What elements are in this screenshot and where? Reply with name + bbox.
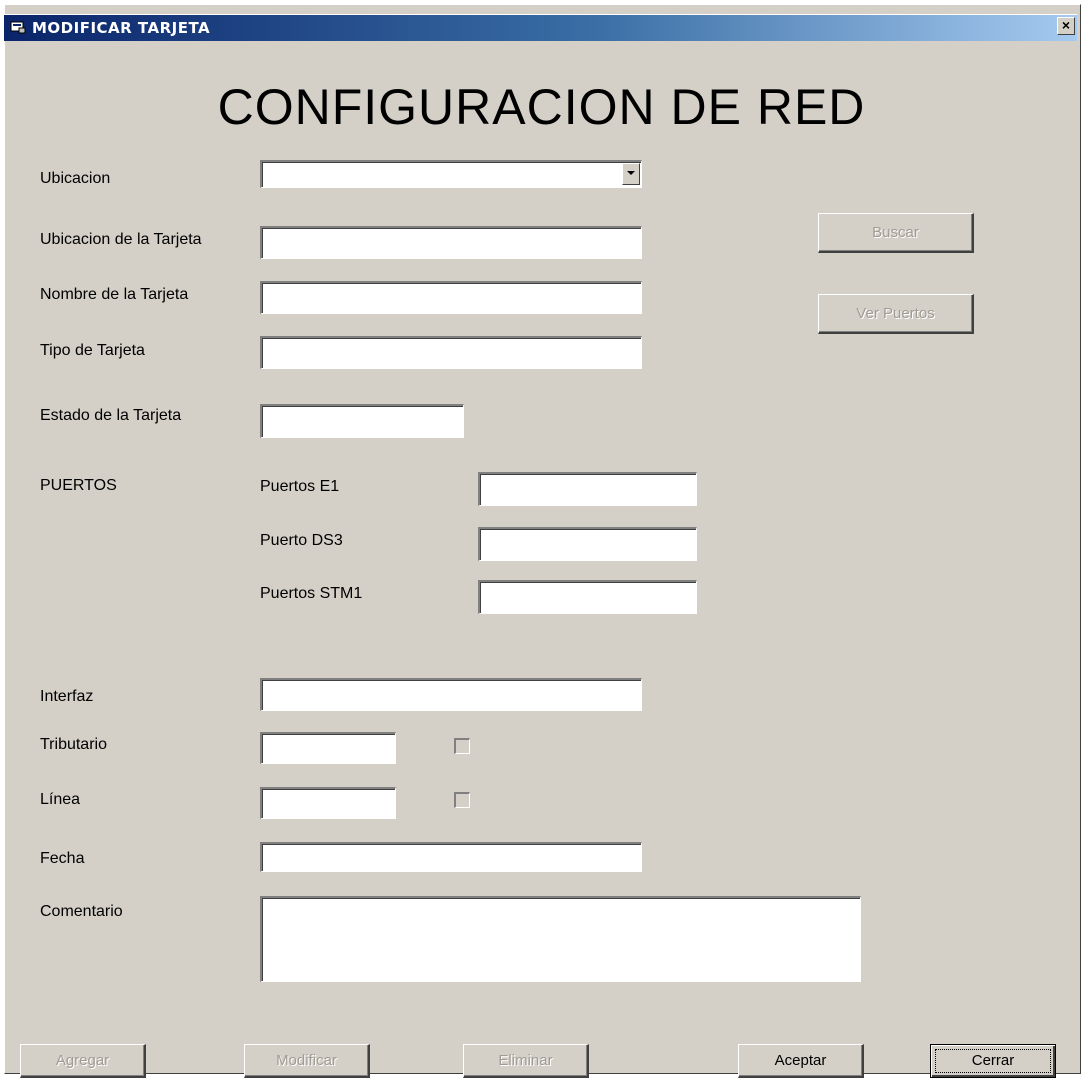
ver-puertos-button[interactable]: Ver Puertos (818, 294, 974, 334)
dropdown-button[interactable] (622, 163, 640, 185)
nombre-tarjeta-input[interactable] (260, 281, 642, 314)
fecha-label: Fecha (40, 850, 85, 867)
linea-label: Línea (40, 791, 81, 808)
comentario-textarea[interactable] (260, 896, 861, 982)
ubicacion-label: Ubicacion (40, 170, 111, 187)
interfaz-input[interactable] (260, 678, 642, 711)
close-icon[interactable]: × (1057, 17, 1075, 35)
tipo-tarjeta-input[interactable] (260, 336, 642, 369)
app-icon (10, 21, 26, 34)
puerto-ds3-label: Puerto DS3 (260, 532, 343, 549)
estado-tarjeta-label: Estado de la Tarjeta (40, 407, 182, 424)
title-bar[interactable]: MODIFICAR TARJETA × (4, 14, 1077, 41)
ubicacion-combobox[interactable] (260, 160, 642, 188)
interfaz-label: Interfaz (40, 688, 94, 705)
cerrar-button[interactable]: Cerrar (930, 1044, 1056, 1078)
window-title: MODIFICAR TARJETA (32, 19, 211, 37)
aceptar-button[interactable]: Aceptar (738, 1044, 864, 1078)
agregar-button[interactable]: Agregar (20, 1044, 146, 1078)
tipo-tarjeta-label: Tipo de Tarjeta (40, 342, 145, 359)
buscar-button[interactable]: Buscar (818, 213, 974, 253)
puertos-label: PUERTOS (40, 477, 117, 494)
puertos-stm1-label: Puertos STM1 (260, 585, 363, 602)
ubicacion-tarjeta-label: Ubicacion de la Tarjeta (40, 231, 202, 248)
puertos-e1-label: Puertos E1 (260, 478, 340, 495)
modificar-button[interactable]: Modificar (244, 1044, 370, 1078)
puertos-e1-input[interactable] (478, 472, 697, 506)
cerrar-button-label: Cerrar (971, 1052, 1015, 1069)
chevron-down-icon (627, 171, 635, 175)
ubicacion-tarjeta-input[interactable] (260, 226, 642, 259)
tributario-label: Tributario (40, 736, 107, 753)
tributario-checkbox[interactable] (454, 738, 470, 754)
puertos-stm1-input[interactable] (478, 580, 697, 614)
page-title: CONFIGURACION DE RED (217, 79, 866, 135)
puerto-ds3-input[interactable] (478, 527, 697, 561)
eliminar-button[interactable]: Eliminar (463, 1044, 589, 1078)
linea-input[interactable] (260, 787, 396, 819)
comentario-label: Comentario (40, 903, 123, 920)
estado-tarjeta-input[interactable] (260, 404, 464, 438)
nombre-tarjeta-label: Nombre de la Tarjeta (40, 286, 189, 303)
fecha-input[interactable] (260, 842, 642, 872)
linea-checkbox[interactable] (454, 792, 470, 808)
tributario-input[interactable] (260, 732, 396, 764)
